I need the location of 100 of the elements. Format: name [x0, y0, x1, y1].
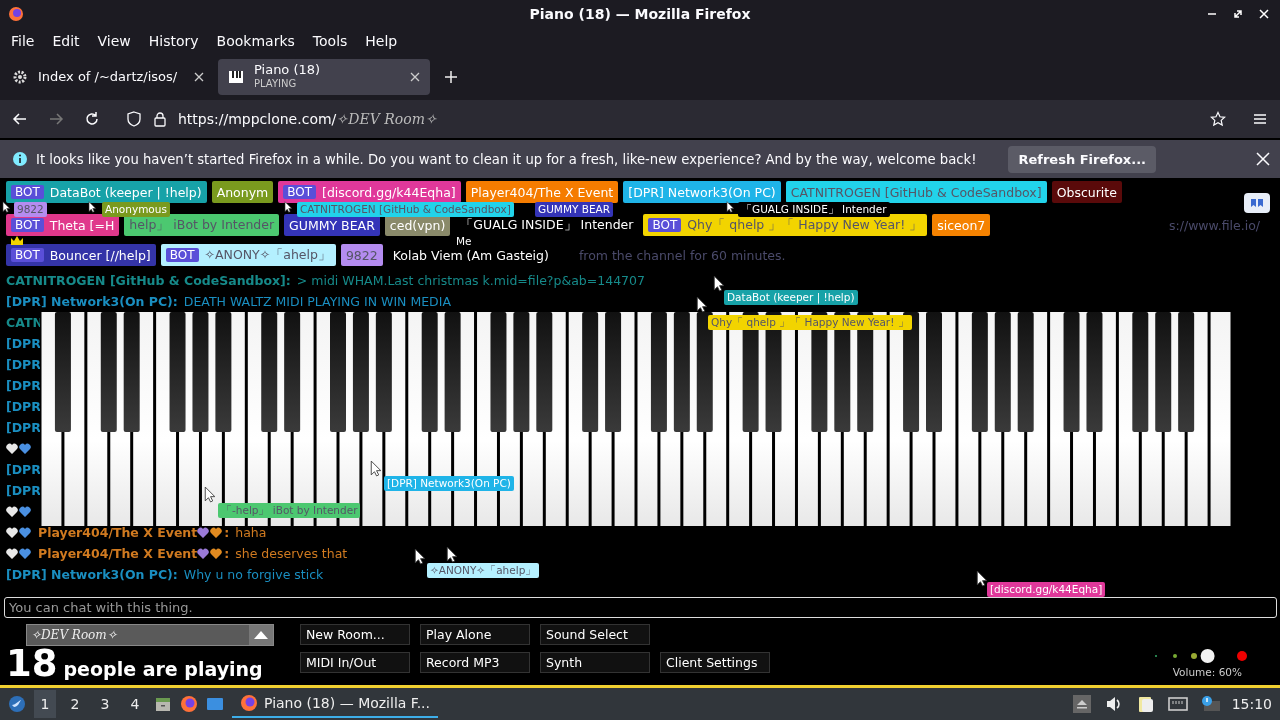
mouse-cursor-icon	[713, 275, 724, 292]
workspace-button[interactable]: 3	[94, 690, 116, 718]
mouse-cursor-icon	[284, 201, 292, 213]
bot-badge: BOT	[11, 218, 44, 232]
chat-message: DEATH WALTZ MIDI PLAYING IN WIN MEDIA	[183, 294, 451, 309]
menu-item[interactable]: Bookmarks	[207, 33, 304, 49]
cursor-label: 9822	[14, 202, 47, 217]
bird-logo-icon[interactable]	[8, 695, 26, 713]
bookmark-pair-icon	[1250, 198, 1264, 208]
firefox-logo-icon	[8, 6, 24, 22]
bot-badge: BOT	[283, 185, 317, 199]
user-name: Obscurite	[1056, 184, 1117, 200]
extension-button[interactable]	[1244, 193, 1270, 213]
workspace-button[interactable]: 2	[64, 690, 86, 718]
taskbar-window-button[interactable]: Piano (18) — Mozilla F...	[232, 690, 438, 718]
chat-username: [DPR	[6, 483, 41, 498]
chat-username: [DPR	[6, 357, 41, 372]
menu-item[interactable]: Tools	[303, 33, 357, 49]
piano-button[interactable]: Play Alone	[420, 624, 530, 645]
mouse-cursor-icon	[88, 201, 96, 213]
menu-item[interactable]: Edit	[43, 33, 89, 49]
mouse-cursor-icon	[696, 296, 707, 313]
room-dropdown[interactable]: ✧DEV Room✧	[26, 624, 274, 646]
browser-tab[interactable]: Index of /~dartz/isos/	[2, 59, 214, 95]
new-tab-icon[interactable]	[444, 70, 458, 84]
user-name: Anonym	[216, 184, 269, 200]
network-icon[interactable]	[1167, 695, 1188, 713]
user-name: DataBot (keeper | !help)	[49, 184, 202, 200]
close-icon[interactable]	[194, 72, 204, 82]
user-name: Player404/The X Event	[470, 184, 614, 200]
bot-badge: BOT	[11, 248, 44, 262]
hearts-icon	[197, 547, 224, 560]
bot-badge: BOT	[648, 218, 682, 232]
menu-item[interactable]: File	[2, 33, 44, 49]
bot-badge: BOT	[11, 185, 44, 199]
piano-button[interactable]: Client Settings	[660, 652, 770, 673]
user-name: help」 iBot by Intender	[129, 216, 275, 234]
mouse-cursor-icon	[446, 546, 457, 563]
cursor-label: [DPR] Network3(On PC)	[384, 476, 514, 491]
piano-button[interactable]: Sound Select	[540, 624, 650, 645]
chat-message: Why u no forgive stick	[183, 567, 324, 582]
chat-separator: :	[224, 525, 230, 540]
file-cabinet-icon[interactable]	[154, 695, 172, 713]
browser-tab[interactable]: Piano (18) PLAYING	[218, 59, 430, 95]
chat-separator: :	[224, 546, 230, 561]
gear-icon	[12, 69, 28, 85]
notification-icon[interactable]	[1199, 695, 1220, 713]
tab-title: Index of /~dartz/isos/	[38, 70, 179, 84]
cursor-label: GUMMY BEAR	[535, 202, 613, 217]
piano-button[interactable]: Synth	[540, 652, 650, 673]
chat-username: [DPR	[6, 420, 41, 435]
mouse-cursor-icon	[370, 460, 381, 477]
info-icon	[12, 151, 28, 167]
caret-up-icon	[254, 631, 268, 639]
cursor-label: DataBot (keeper | !help)	[724, 290, 858, 305]
cursor-label: 「-help」 iBot by Intender	[218, 503, 361, 518]
star-icon[interactable]	[1210, 111, 1226, 127]
user-name: Bouncer [//help]	[49, 247, 151, 263]
crown-icon	[11, 236, 23, 245]
piano-keyboard[interactable]	[40, 312, 1232, 526]
chat-username: Player404/The X Event	[38, 546, 198, 561]
menu-item[interactable]: View	[88, 33, 140, 49]
user-name: ✧ANONY✧「ahelp」	[204, 246, 331, 264]
piano-button[interactable]: MIDI In/Out	[300, 652, 410, 673]
chat-username: [DPR	[6, 336, 41, 351]
eject-icon[interactable]	[1071, 695, 1092, 713]
chat-username: [DPR	[6, 378, 41, 393]
restore-icon[interactable]	[1232, 8, 1244, 20]
cursor-label: Qhy「 qhelp 」「 Happy New Year! 」	[708, 315, 912, 330]
mouse-cursor-icon	[2, 201, 10, 213]
player-count: 18	[6, 644, 58, 684]
window-icon[interactable]	[206, 695, 224, 713]
piano-button[interactable]: New Room...	[300, 624, 410, 645]
workspace-button[interactable]: 1	[34, 690, 56, 718]
user-name: siceon7	[937, 217, 986, 233]
mouse-cursor-icon	[204, 486, 215, 503]
tab-title: Piano (18)	[254, 63, 322, 77]
user-name: Kolab Viem (Am Gasteig)	[392, 247, 549, 263]
menu-item[interactable]: Help	[356, 33, 407, 49]
cursor-label: Anonymous	[102, 202, 170, 217]
bot-badge: BOT	[165, 248, 199, 262]
close-icon[interactable]	[410, 72, 420, 82]
firefox-logo-icon[interactable]	[180, 695, 198, 713]
faded-chat-text: s://www.file.io/	[1169, 217, 1261, 233]
faded-chat-text: from the channel for 60 minutes.	[578, 247, 787, 263]
user-name: [discord.gg/k44Eqha]	[322, 184, 456, 200]
user-name: 9822	[345, 247, 378, 263]
piano-button[interactable]: Record MP3	[420, 652, 530, 673]
chat-message: haha	[235, 525, 267, 540]
cursor-label: CATNITROGEN [GitHub & CodeSandbox]	[297, 202, 514, 217]
firefox-logo-icon	[240, 694, 258, 712]
menu-item[interactable]: History	[139, 33, 208, 49]
mouse-cursor-icon	[976, 570, 987, 587]
url-text: https://mppclone.com/✧DEV Room✧	[178, 111, 438, 127]
player-count-label: people are playing	[63, 658, 263, 680]
refresh-button[interactable]: Refresh Firefox...	[1008, 145, 1157, 173]
cursor-label: ✧ANONY✧「ahelp」	[427, 563, 540, 578]
mouse-cursor-icon	[726, 201, 734, 213]
workspace-button[interactable]: 4	[124, 690, 146, 718]
chat-input[interactable]: You can chat with this thing.	[4, 597, 1277, 618]
